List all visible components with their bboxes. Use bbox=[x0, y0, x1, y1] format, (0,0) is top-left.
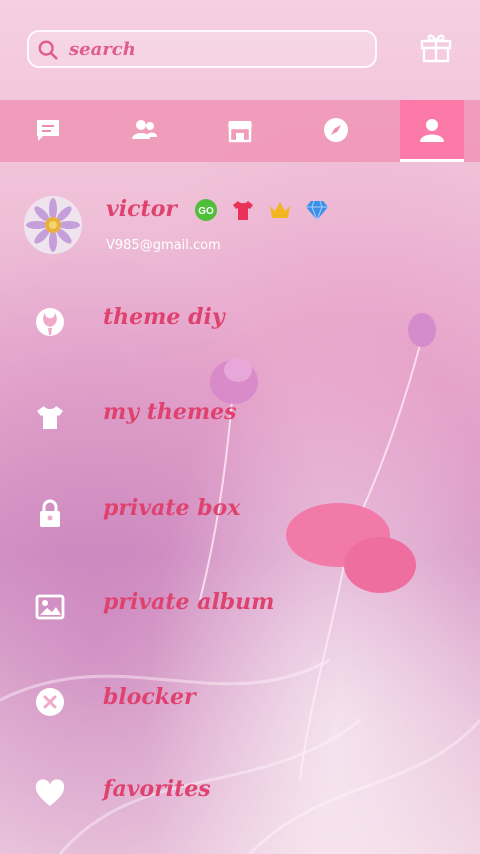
palette-icon bbox=[36, 308, 64, 336]
tshirt-badge-icon[interactable] bbox=[231, 198, 255, 222]
search-input[interactable]: search bbox=[27, 30, 377, 68]
diamond-badge-icon[interactable] bbox=[305, 198, 329, 222]
search-placeholder: search bbox=[69, 39, 136, 60]
tshirt-icon bbox=[37, 406, 63, 429]
menu-item-label: private album bbox=[103, 589, 275, 615]
avatar[interactable] bbox=[24, 196, 82, 254]
tab-profile[interactable] bbox=[400, 100, 464, 162]
svg-text:GO: GO bbox=[198, 206, 214, 217]
person-icon bbox=[420, 119, 444, 142]
heart-icon bbox=[35, 779, 65, 806]
menu-item-label: private box bbox=[103, 495, 241, 521]
lock-icon bbox=[40, 499, 60, 527]
store-icon bbox=[228, 121, 252, 143]
tab-store[interactable] bbox=[208, 100, 272, 162]
contacts-icon bbox=[132, 120, 157, 139]
album-icon bbox=[35, 594, 65, 620]
block-icon bbox=[36, 688, 64, 716]
menu-item-blocker[interactable]: blocker bbox=[0, 672, 480, 732]
menu-item-my-themes[interactable]: my themes bbox=[0, 387, 480, 447]
menu-item-theme-diy[interactable]: theme diy bbox=[0, 292, 480, 352]
search-icon bbox=[38, 40, 58, 60]
menu-item-private-box[interactable]: private box bbox=[0, 483, 480, 543]
tab-messages[interactable] bbox=[16, 100, 80, 162]
go-badge-icon[interactable]: GO bbox=[194, 198, 218, 222]
flower-avatar-icon bbox=[24, 196, 82, 254]
user-email: V985@gmail.com bbox=[106, 238, 221, 253]
menu-item-favorites[interactable]: favorites bbox=[0, 764, 480, 824]
menu-item-label: favorites bbox=[103, 776, 211, 802]
gift-icon[interactable] bbox=[418, 28, 454, 64]
search-header: search bbox=[0, 0, 480, 100]
crown-badge-icon[interactable] bbox=[268, 198, 292, 222]
tab-contacts[interactable] bbox=[112, 100, 176, 162]
menu-item-label: theme diy bbox=[103, 304, 225, 330]
compass-icon bbox=[324, 118, 348, 142]
profile-header[interactable]: victor GO V985@gmail.com bbox=[0, 190, 480, 265]
menu-item-private-album[interactable]: private album bbox=[0, 577, 480, 637]
tab-discover[interactable] bbox=[304, 100, 368, 162]
user-name: victor bbox=[106, 196, 177, 222]
menu-item-label: blocker bbox=[103, 684, 196, 710]
chat-icon bbox=[37, 120, 59, 141]
menu-item-label: my themes bbox=[103, 399, 237, 425]
tab-bar bbox=[0, 100, 480, 162]
